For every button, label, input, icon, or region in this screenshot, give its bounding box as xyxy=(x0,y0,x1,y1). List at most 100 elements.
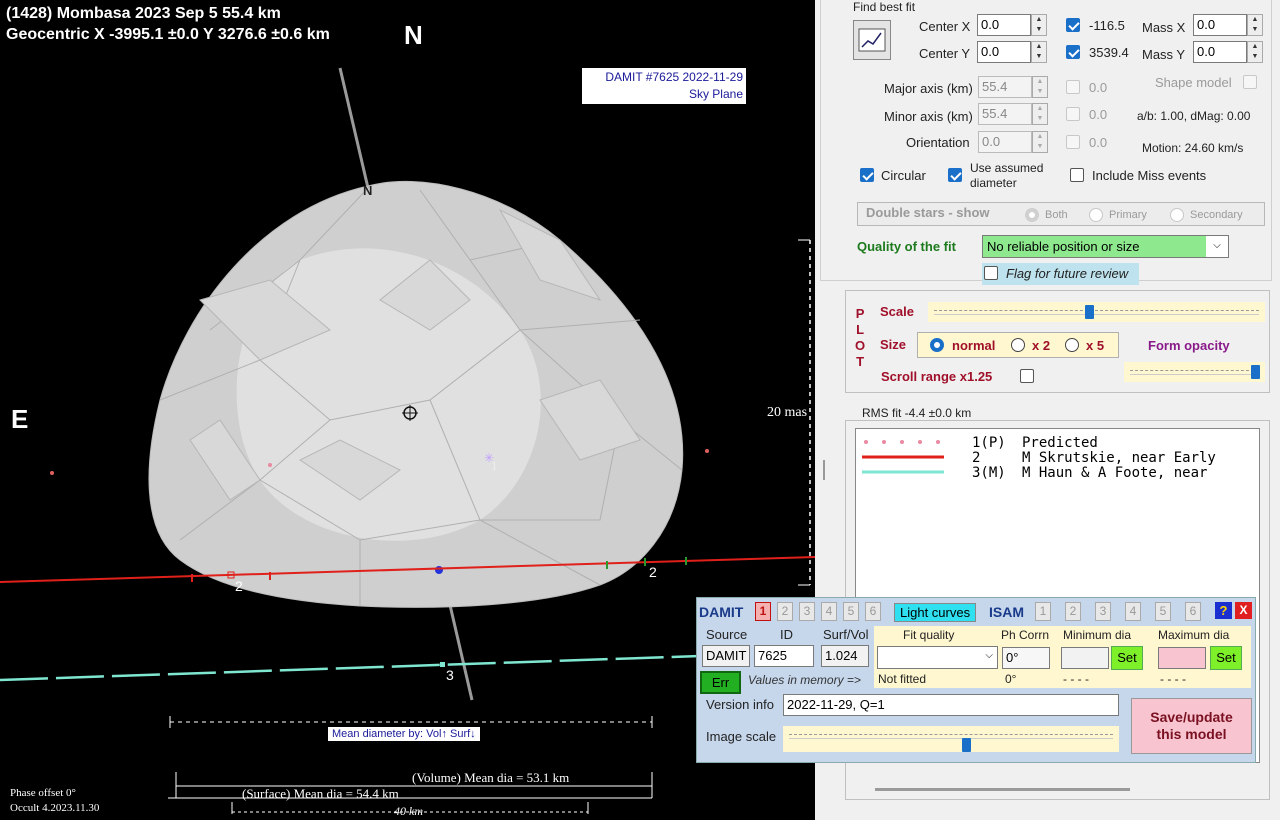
image-scale-slider-thumb[interactable] xyxy=(962,738,972,752)
splitter-handle[interactable] xyxy=(823,460,825,480)
minimum-dia-field[interactable] xyxy=(1061,647,1109,669)
orientation-fix-value: 0.0 xyxy=(1089,135,1108,150)
double-secondary-radio[interactable] xyxy=(1170,208,1184,222)
scale-slider-thumb[interactable] xyxy=(1084,305,1094,319)
mass-y-spinner[interactable]: ▲ ▼ xyxy=(1247,41,1263,63)
set-minimum-button[interactable]: Set xyxy=(1111,646,1143,670)
isam-model-6[interactable]: 6 xyxy=(1185,602,1201,621)
minor-axis-fix-checkbox[interactable] xyxy=(1066,107,1080,121)
image-scale-slider[interactable] xyxy=(783,726,1119,752)
source-field[interactable]: DAMIT xyxy=(702,645,750,667)
isam-model-3[interactable]: 3 xyxy=(1095,602,1111,621)
shape-model-checkbox[interactable] xyxy=(1243,75,1257,89)
include-miss-checkbox[interactable] xyxy=(1070,168,1084,182)
isam-model-4[interactable]: 4 xyxy=(1125,602,1141,621)
ab-dmag-label: a/b: 1.00, dMag: 0.00 xyxy=(1137,109,1251,123)
damit-model-2[interactable]: 2 xyxy=(777,602,793,621)
mass-x-input[interactable]: 0.0 xyxy=(1193,14,1247,36)
volume-dia-label: (Volume) Mean dia = 53.1 km xyxy=(412,770,570,785)
save-update-line2: this model xyxy=(1156,726,1227,742)
minor-axis-spinner[interactable]: ▲ ▼ xyxy=(1032,103,1048,125)
size-x5-radio[interactable] xyxy=(1065,338,1079,352)
size-x2-radio[interactable] xyxy=(1011,338,1025,352)
damit-model-3[interactable]: 3 xyxy=(799,602,815,621)
size-normal-radio[interactable] xyxy=(930,338,944,352)
center-x-input[interactable]: 0.0 xyxy=(977,14,1031,36)
motion-label: Motion: 24.60 km/s xyxy=(1142,141,1244,155)
find-best-fit-label: Find best fit xyxy=(853,0,916,14)
double-both-radio[interactable] xyxy=(1025,208,1039,222)
center-y-fix-checkbox[interactable] xyxy=(1066,45,1080,59)
mass-x-spinner[interactable]: ▲ ▼ xyxy=(1247,14,1263,36)
orientation-input[interactable]: 0.0 xyxy=(978,131,1032,153)
legend-id-3: 3(M) xyxy=(972,465,1006,481)
center-y-spinner[interactable]: ▲ ▼ xyxy=(1031,41,1047,63)
mass-y-input[interactable]: 0.0 xyxy=(1193,41,1247,63)
orientation-fix-checkbox[interactable] xyxy=(1066,135,1080,149)
chord-label-1: 1 xyxy=(491,458,498,473)
major-axis-spinner[interactable]: ▲ ▼ xyxy=(1032,76,1048,98)
legend-chord-2-swatch xyxy=(862,455,944,459)
damit-model-box: DAMIT #7625 2022-11-29 Sky Plane xyxy=(582,68,746,104)
legend-id-1: 1(P) xyxy=(972,435,1006,451)
err-button[interactable]: Err xyxy=(700,671,741,694)
form-opacity-slider[interactable] xyxy=(1124,362,1265,382)
circular-label: Circular xyxy=(881,168,926,183)
close-icon[interactable]: X xyxy=(1235,602,1252,619)
flag-review-checkbox[interactable] xyxy=(984,266,998,280)
pole-label: N xyxy=(363,183,373,198)
quality-of-fit-select[interactable]: No reliable position or size ⌵ xyxy=(982,235,1229,258)
image-scale-label: Image scale xyxy=(706,729,777,744)
rms-fit-label: RMS fit -4.4 ±0.0 km xyxy=(862,406,972,420)
chord-label-2-right: 2 xyxy=(649,564,657,580)
predicted-point xyxy=(705,449,709,453)
damit-model-4[interactable]: 4 xyxy=(821,602,837,621)
isam-model-1[interactable]: 1 xyxy=(1035,602,1051,621)
center-y-input[interactable]: 0.0 xyxy=(977,41,1031,63)
center-x-fix-checkbox[interactable] xyxy=(1066,18,1080,32)
set-maximum-button[interactable]: Set xyxy=(1210,646,1242,670)
mass-x-label: Mass X xyxy=(1142,20,1186,35)
use-assumed-line1: Use assumed xyxy=(970,161,1044,175)
fit-quality-select[interactable]: ⌵ xyxy=(877,646,998,669)
circular-checkbox[interactable] xyxy=(860,168,874,182)
scale-slider[interactable] xyxy=(928,302,1265,322)
double-primary-radio[interactable] xyxy=(1089,208,1103,222)
isam-model-5[interactable]: 5 xyxy=(1155,602,1171,621)
damit-model-6[interactable]: 6 xyxy=(865,602,881,621)
id-field[interactable]: 7625 xyxy=(754,645,814,667)
minor-axis-input[interactable]: 55.4 xyxy=(978,103,1032,125)
legend-predicted-swatch xyxy=(864,440,940,444)
plot-letter-o: O xyxy=(855,338,866,353)
chord-label-3: 3 xyxy=(446,667,454,683)
ph-corrn-header: Ph Corrn xyxy=(1001,628,1050,642)
maximum-dia-field[interactable] xyxy=(1158,647,1206,669)
light-curves-button[interactable]: Light curves xyxy=(894,603,977,622)
predicted-point xyxy=(268,463,272,467)
version-info-field[interactable]: 2022-11-29, Q=1 xyxy=(783,694,1119,716)
surf-vol-field[interactable]: 1.024 xyxy=(821,645,869,667)
form-opacity-slider-thumb[interactable] xyxy=(1251,365,1261,379)
center-y-label: Center Y xyxy=(919,46,971,61)
damit-title: DAMIT xyxy=(699,604,744,620)
minimum-dia-header: Minimum dia xyxy=(1063,628,1132,642)
ph-corrn-field[interactable]: 0° xyxy=(1002,647,1050,669)
help-icon[interactable]: ? xyxy=(1215,602,1232,619)
center-x-spinner[interactable]: ▲ ▼ xyxy=(1031,14,1047,36)
sky-plane-label: Sky Plane xyxy=(688,87,743,101)
east-label: E xyxy=(11,404,29,434)
damit-model-1[interactable]: 1 xyxy=(755,602,771,621)
major-axis-fix-checkbox[interactable] xyxy=(1066,80,1080,94)
major-axis-input[interactable]: 55.4 xyxy=(978,76,1032,98)
orientation-spinner[interactable]: ▲ ▼ xyxy=(1032,131,1048,153)
scroll-range-checkbox[interactable] xyxy=(1020,369,1034,383)
pole-axis-top xyxy=(338,67,370,189)
isam-model-2[interactable]: 2 xyxy=(1065,602,1081,621)
save-update-model-button[interactable]: Save/update this model xyxy=(1131,698,1252,754)
horizontal-scrollbar[interactable] xyxy=(875,788,1130,791)
use-assumed-diameter-checkbox[interactable] xyxy=(948,168,962,182)
sky-plane-plot[interactable]: ✳ (1428) Mombasa 2023 Sep 5 55.4 km Geoc… xyxy=(0,0,815,820)
find-best-fit-button[interactable] xyxy=(853,20,891,60)
max-dia-memory: - - - - xyxy=(1160,672,1186,686)
damit-model-5[interactable]: 5 xyxy=(843,602,859,621)
